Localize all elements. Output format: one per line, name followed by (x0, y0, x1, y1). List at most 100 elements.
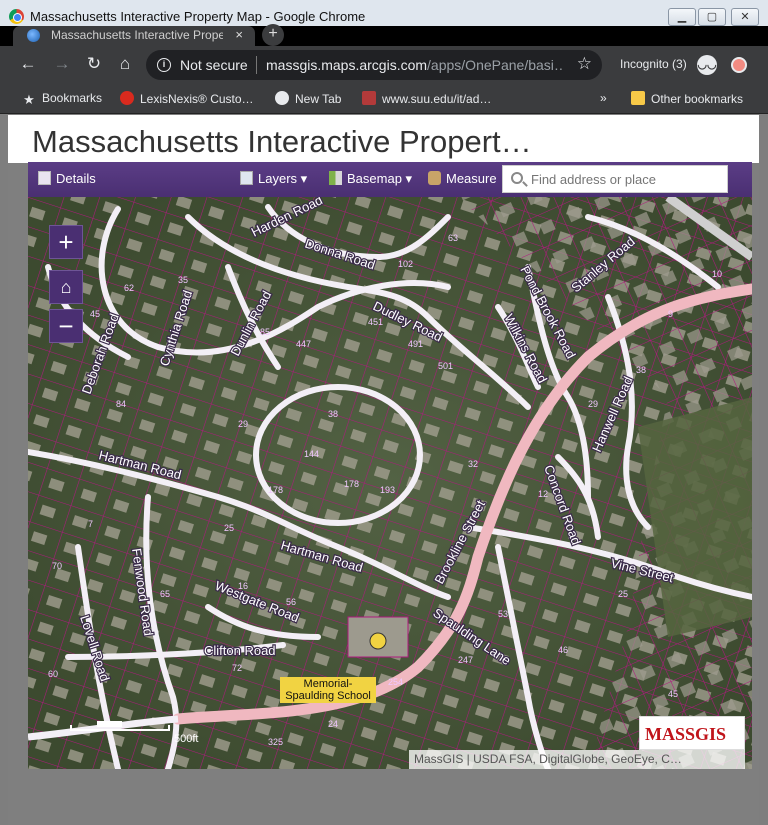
svg-text:38: 38 (636, 365, 646, 375)
chevron-down-icon: ▾ (405, 171, 413, 186)
svg-text:193: 193 (380, 485, 395, 495)
svg-text:35: 35 (178, 275, 188, 285)
details-button[interactable]: Details (38, 171, 96, 186)
svg-text:70: 70 (52, 561, 62, 571)
zoom-in-button[interactable]: + (49, 225, 83, 259)
massgis-logo: MASSGIS (639, 716, 745, 750)
close-icon[interactable]: ✕ (731, 8, 759, 26)
forward-arrow-icon[interactable]: → (52, 54, 72, 74)
svg-text:25: 25 (224, 523, 234, 533)
basemap-label: Basemap (347, 171, 402, 186)
page-header: Massachusetts Interactive Propert… (8, 115, 759, 163)
svg-text:46: 46 (558, 645, 568, 655)
incognito-icon[interactable]: ◡◡ (697, 55, 717, 75)
svg-text:501: 501 (438, 361, 453, 371)
omnibox-divider (256, 56, 257, 74)
svg-text:7: 7 (88, 519, 93, 529)
map-canvas[interactable]: 45 62 35 85 447 451 491 501 38 144 178 193 29 178… (28, 197, 752, 769)
bookmark-item[interactable]: ★ Bookmarks (22, 91, 102, 108)
search-icon[interactable] (511, 172, 523, 184)
web-page: Massachusetts Interactive Propert… Detai… (8, 115, 759, 825)
lexisnexis-icon (120, 91, 134, 105)
svg-text:25: 25 (618, 589, 628, 599)
basemap-icon (329, 171, 342, 185)
navigation-bar: ← → ↻ ⌂ i Not secure massgis.maps.arcgis… (0, 46, 768, 84)
svg-text:451: 451 (368, 317, 383, 327)
star-icon: ★ (23, 92, 35, 107)
tab-close-icon[interactable]: × (235, 27, 243, 42)
map-toolbar: Details Layers ▾ Basemap ▾ Measure (28, 162, 752, 197)
svg-text:29: 29 (588, 399, 598, 409)
security-status: Not secure (180, 57, 248, 73)
svg-text:10: 10 (712, 269, 722, 279)
svg-text:447: 447 (296, 339, 311, 349)
bookmark-item[interactable]: www.suu.edu/it/ad… (362, 91, 491, 106)
map-attribution: MassGIS | USDA FSA, DigitalGlobe, GeoEye… (409, 750, 745, 769)
bookmarks-overflow[interactable]: » (600, 91, 607, 105)
bookmark-label: New Tab (295, 92, 342, 106)
window-title: Massachusetts Interactive Property Map -… (30, 9, 366, 24)
bookmark-item[interactable]: New Tab (275, 91, 341, 106)
svg-text:247: 247 (458, 655, 473, 665)
suu-icon (362, 91, 376, 105)
chrome-icon (9, 9, 24, 24)
search-box[interactable] (502, 165, 728, 193)
measure-icon (428, 171, 441, 185)
reload-icon[interactable]: ↻ (84, 54, 104, 74)
tab-active[interactable]: Massachusetts Interactive Proper × (13, 26, 255, 46)
svg-text:53: 53 (498, 609, 508, 619)
back-arrow-icon[interactable]: ← (18, 54, 38, 74)
measure-label: Measure (446, 171, 497, 186)
url-text[interactable]: massgis.maps.arcgis.com/apps/OnePane/bas… (266, 57, 562, 73)
basemap-button[interactable]: Basemap ▾ (329, 171, 412, 187)
svg-text:24: 24 (328, 719, 338, 729)
tab-title: Massachusetts Interactive Proper (51, 28, 223, 42)
home-page-icon[interactable]: ⌂ (115, 54, 135, 74)
incognito-label[interactable]: Incognito (3) (620, 57, 687, 71)
other-bookmarks[interactable]: Other bookmarks (631, 91, 743, 106)
svg-text:102: 102 (398, 259, 413, 269)
document-icon (38, 171, 51, 185)
profile-icon[interactable] (731, 57, 747, 73)
svg-text:45: 45 (668, 689, 678, 699)
chevron-down-icon: ▾ (300, 171, 308, 186)
info-icon[interactable]: i (157, 58, 171, 72)
svg-text:60: 60 (48, 669, 58, 679)
svg-text:178: 178 (344, 479, 359, 489)
svg-text:38: 38 (328, 409, 338, 419)
svg-text:12: 12 (538, 489, 548, 499)
maximize-icon[interactable]: ▢ (698, 8, 726, 26)
layers-button[interactable]: Layers ▾ (240, 171, 307, 187)
school-marker-icon[interactable] (369, 632, 387, 650)
minimize-icon[interactable]: ▁ (668, 8, 696, 26)
url-host: massgis.maps.arcgis.com (266, 57, 428, 73)
scale-bar (70, 721, 170, 731)
bookmark-star-icon[interactable]: ☆ (577, 54, 592, 74)
globe-favicon-icon (27, 29, 40, 42)
svg-text:178: 178 (268, 485, 283, 495)
svg-text:62: 62 (124, 283, 134, 293)
svg-text:9: 9 (668, 309, 673, 319)
home-icon[interactable]: ⌂ (49, 270, 83, 304)
svg-text:72: 72 (232, 663, 242, 673)
details-label: Details (56, 171, 96, 186)
address-bar[interactable]: i Not secure massgis.maps.arcgis.com/app… (146, 50, 602, 80)
school-label: Memorial-Spaulding School (280, 677, 376, 703)
massgis-logo-text: MASSGIS (645, 724, 727, 744)
svg-text:29: 29 (238, 419, 248, 429)
bookmark-label: www.suu.edu/it/ad… (382, 92, 492, 106)
layers-label: Layers (258, 171, 298, 186)
svg-text:254: 254 (388, 677, 403, 687)
new-tab-button[interactable]: + (262, 24, 284, 46)
bookmark-label: Bookmarks (42, 91, 103, 105)
map-view[interactable]: 45 62 35 85 447 451 491 501 38 144 178 193 29 178… (28, 197, 752, 769)
other-bookmarks-label: Other bookmarks (651, 92, 744, 106)
search-input[interactable] (531, 170, 721, 188)
bookmark-item[interactable]: LexisNexis® Custo… (120, 91, 254, 106)
layers-icon (240, 171, 253, 185)
url-path: /apps/OnePane/basi… (427, 57, 562, 73)
measure-button[interactable]: Measure (428, 171, 497, 186)
zoom-out-button[interactable]: − (49, 309, 83, 343)
svg-text:85: 85 (260, 327, 270, 337)
globe-icon (275, 91, 289, 105)
